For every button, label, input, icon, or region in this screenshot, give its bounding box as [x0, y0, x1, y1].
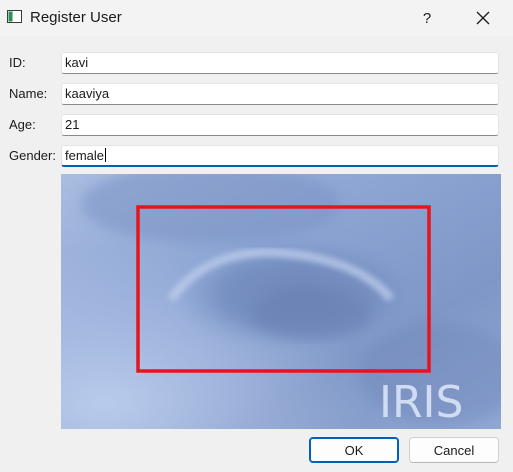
- cancel-button-label: Cancel: [433, 442, 475, 458]
- app-window-icon: [7, 10, 22, 23]
- id-field[interactable]: kavi: [61, 52, 499, 74]
- age-field[interactable]: 21: [61, 114, 499, 136]
- window-title: Register User: [30, 9, 122, 26]
- title-bar[interactable]: Register User ?: [0, 0, 513, 36]
- gender-label: Gender:: [9, 148, 56, 163]
- id-label: ID:: [9, 55, 26, 70]
- camera-preview: IRIS: [61, 174, 501, 429]
- iris-watermark: IRIS: [379, 377, 463, 428]
- ok-button[interactable]: OK: [309, 437, 399, 463]
- cancel-button[interactable]: Cancel: [409, 437, 499, 463]
- ok-button-label: OK: [344, 442, 364, 458]
- register-user-dialog: Register User ? ID: kavi Name: kaaviya A…: [0, 0, 513, 472]
- help-icon: ?: [422, 9, 432, 27]
- help-button[interactable]: ?: [404, 0, 450, 36]
- close-icon: [476, 11, 490, 25]
- text-caret: [105, 148, 107, 162]
- gender-value: female: [65, 148, 105, 163]
- name-field[interactable]: kaaviya: [61, 83, 499, 105]
- name-value: kaaviya: [65, 86, 110, 101]
- close-button[interactable]: [460, 0, 506, 36]
- age-label: Age:: [9, 117, 36, 132]
- id-value: kavi: [65, 55, 89, 70]
- gender-field[interactable]: female: [61, 145, 499, 167]
- age-value: 21: [65, 117, 80, 132]
- name-label: Name:: [9, 86, 48, 101]
- eye-preview-image: IRIS: [61, 174, 501, 429]
